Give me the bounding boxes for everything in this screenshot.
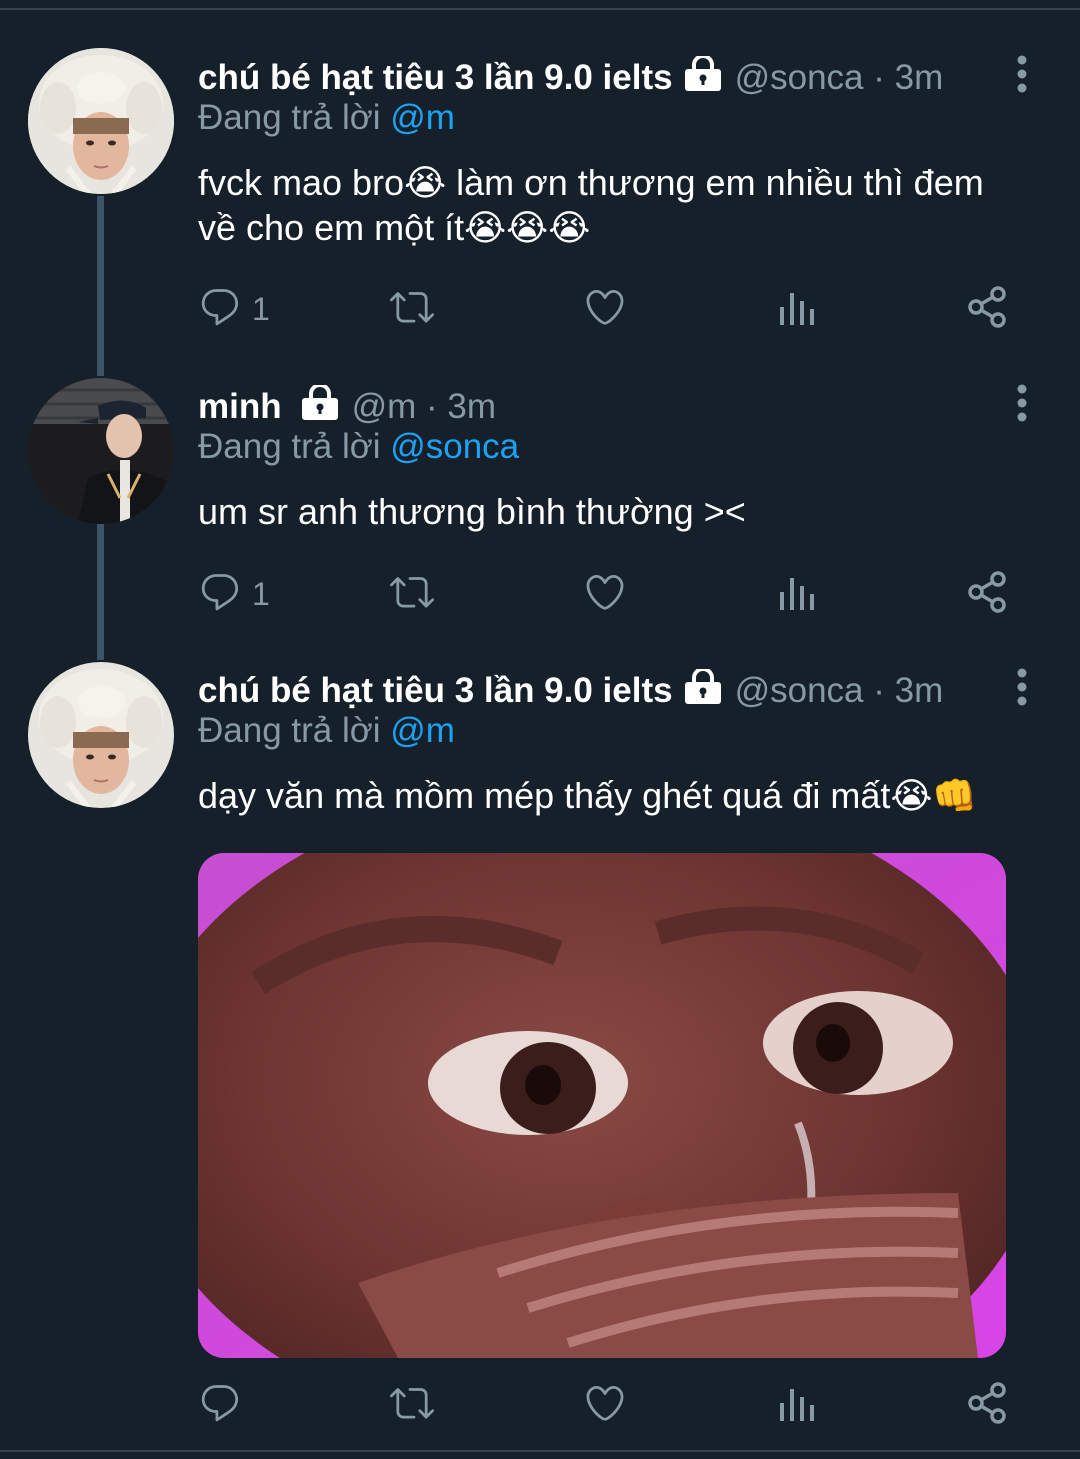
reply-icon (198, 1381, 242, 1430)
more-icon[interactable] (1010, 54, 1034, 94)
handle-time: @sonca · 3m (734, 671, 944, 710)
tweet-text-line: về cho em một ít😭😭😭 (198, 207, 591, 248)
share-button[interactable] (966, 569, 1010, 619)
share-icon (966, 285, 1010, 334)
retweet-button[interactable] (388, 569, 436, 619)
thread-line (97, 524, 104, 660)
analytics-icon (778, 285, 818, 334)
like-icon (582, 285, 628, 334)
lock-icon (683, 666, 723, 714)
reply-count: 1 (252, 575, 270, 612)
tweet-actions: 1 (198, 569, 1018, 619)
like-button[interactable] (582, 569, 628, 619)
replying-to: Đang trả lời @m (198, 711, 455, 751)
analytics-button[interactable] (778, 284, 818, 334)
display-name[interactable]: chú bé hạt tiêu 3 lần 9.0 ielts (198, 58, 673, 98)
tweet-text: fvck mao bro😭 làm ơn thương em nhiều thì… (198, 160, 1018, 250)
mention-link[interactable]: @sonca (390, 427, 519, 466)
avatar[interactable] (28, 378, 174, 524)
replying-to: Đang trả lời @m (198, 98, 455, 138)
reply-button[interactable]: 1 (198, 569, 270, 619)
display-name[interactable]: minh (198, 387, 282, 427)
thread-line (97, 196, 104, 376)
retweet-button[interactable] (388, 1380, 436, 1430)
reply-count: 1 (252, 290, 270, 327)
more-icon[interactable] (1010, 667, 1034, 707)
retweet-icon (388, 570, 436, 619)
mention-link[interactable]: @m (390, 711, 455, 750)
display-name[interactable]: chú bé hạt tiêu 3 lần 9.0 ielts (198, 671, 673, 711)
tweet-actions: 1 (198, 284, 1018, 334)
replying-to: Đang trả lời @sonca (198, 427, 519, 467)
share-button[interactable] (966, 1380, 1010, 1430)
retweet-button[interactable] (388, 284, 436, 334)
handle-time: @sonca · 3m (734, 58, 944, 97)
avatar[interactable] (28, 48, 174, 194)
reply-icon (198, 285, 242, 334)
lock-icon (683, 53, 723, 101)
like-icon (582, 570, 628, 619)
tweet-text-line: fvck mao bro😭 làm ơn thương em nhiều thì… (198, 162, 984, 203)
more-icon[interactable] (1010, 383, 1034, 423)
share-icon (966, 570, 1010, 619)
tweet-media-image[interactable] (198, 853, 1006, 1358)
tweet-actions (198, 1380, 1018, 1430)
replying-prefix: Đang trả lời (198, 711, 381, 750)
top-divider (0, 8, 1080, 10)
reply-button[interactable] (198, 1380, 252, 1430)
share-icon (966, 1381, 1010, 1430)
share-button[interactable] (966, 284, 1010, 334)
like-button[interactable] (582, 1380, 628, 1430)
tweet-text: um sr anh thương bình thường >< (198, 489, 1018, 534)
analytics-icon (778, 1381, 818, 1430)
lock-icon (300, 382, 340, 430)
bottom-divider (0, 1450, 1080, 1452)
analytics-button[interactable] (778, 569, 818, 619)
like-icon (582, 1381, 628, 1430)
reply-button[interactable]: 1 (198, 284, 270, 334)
reply-icon (198, 570, 242, 619)
tweet-header: minh @m · 3m (198, 382, 497, 431)
tweet-text-line: um sr anh thương bình thường >< (198, 491, 746, 532)
replying-prefix: Đang trả lời (198, 98, 381, 137)
analytics-icon (778, 570, 818, 619)
analytics-button[interactable] (778, 1380, 818, 1430)
tweet-text-line: dạy văn mà mồm mép thấy ghét quá đi mất😭… (198, 775, 978, 816)
retweet-icon (388, 285, 436, 334)
mention-link[interactable]: @m (390, 98, 455, 137)
avatar[interactable] (28, 662, 174, 808)
handle-time: @m · 3m (351, 387, 497, 426)
replying-prefix: Đang trả lời (198, 427, 381, 466)
like-button[interactable] (582, 284, 628, 334)
tweet-header: chú bé hạt tiêu 3 lần 9.0 ielts @sonca ·… (198, 666, 944, 715)
tweet-header: chú bé hạt tiêu 3 lần 9.0 ielts @sonca ·… (198, 53, 944, 102)
tweet-text: dạy văn mà mồm mép thấy ghét quá đi mất😭… (198, 773, 1018, 818)
retweet-icon (388, 1381, 436, 1430)
